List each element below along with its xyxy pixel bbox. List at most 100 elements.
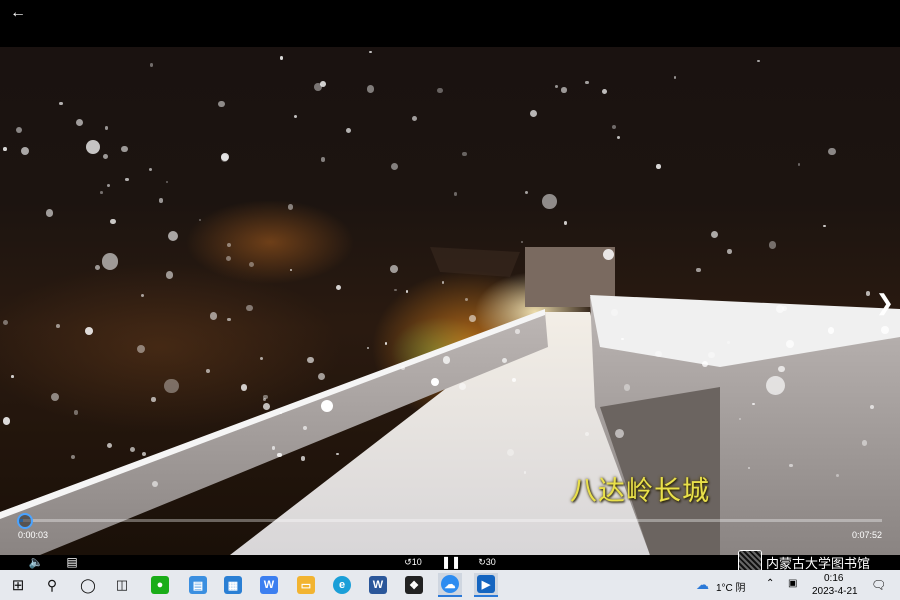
title-bar: ← [0, 0, 900, 47]
pause-button[interactable]: ❚❚ [441, 555, 462, 570]
snowflake [823, 224, 826, 228]
taskbar-store[interactable]: ▦ [221, 573, 245, 597]
snowflake [210, 312, 218, 320]
snowflake [727, 249, 732, 254]
back-button[interactable]: ← [8, 3, 28, 23]
taskbar-baidu-netdisk[interactable]: ☁ [438, 573, 462, 597]
taskbar-movies[interactable]: ▶ [474, 573, 498, 597]
snowflake [469, 315, 476, 322]
tray-chevron-icon[interactable]: ⌃ [766, 578, 774, 589]
taskbar-wechat[interactable]: ● [148, 573, 172, 597]
skip-forward-label: 30 [485, 557, 496, 567]
skip-back-label: 10 [411, 557, 422, 567]
circle-icon: ◯ [80, 576, 96, 593]
snowflake [785, 339, 794, 348]
video-frame[interactable]: ❯ 八达岭长城 0:00:03 0:07:52 [0, 47, 900, 555]
snowflake [227, 317, 231, 322]
seek-bar[interactable] [17, 513, 882, 529]
snowflake [3, 319, 9, 325]
current-time: 0:00:03 [18, 530, 49, 540]
network-icon[interactable]: ▣ [788, 578, 797, 589]
snowflake [611, 308, 619, 316]
snowflake [602, 88, 608, 94]
taskbar-edge[interactable]: e [330, 573, 354, 597]
chevron-right-icon: ❯ [875, 290, 894, 315]
snowflake [585, 431, 590, 436]
snowflake [561, 87, 567, 93]
snowflake [623, 383, 631, 391]
snowflake [124, 177, 129, 182]
snowflake [220, 152, 229, 161]
clock-time[interactable]: 0:16 [824, 573, 843, 584]
snowflake [280, 411, 283, 414]
snowflake [710, 231, 718, 239]
snowflake [394, 288, 397, 291]
skip-back-button[interactable]: ↺10 [402, 555, 424, 570]
taskbar-wps[interactable]: W [257, 573, 281, 597]
store-icon: ▦ [224, 576, 242, 594]
search-button[interactable]: ⚲ [40, 573, 64, 597]
snowflake [107, 442, 113, 448]
folder-icon: ▭ [297, 576, 315, 594]
pause-icon: ❚❚ [441, 555, 462, 569]
snowflake [277, 452, 282, 458]
skip-forward-button[interactable]: ↻30 [476, 555, 498, 570]
snowflake [696, 267, 701, 273]
taskbar-word[interactable]: W [366, 573, 390, 597]
subtitles-button[interactable]: ▤ [62, 555, 82, 570]
volume-button[interactable]: 🔈 [26, 555, 46, 570]
snowflake [271, 446, 276, 450]
snowflake [70, 454, 75, 459]
snowflake [835, 473, 839, 477]
arrow-left-icon: ← [10, 4, 26, 21]
snowflake [248, 261, 254, 267]
wechat-icon: ● [151, 576, 169, 594]
snowflake [307, 356, 314, 364]
snowflake [366, 84, 375, 93]
forward-icon: ↻ [478, 557, 486, 567]
snowflake [75, 118, 84, 127]
snowflake [865, 291, 871, 296]
task-view-button[interactable]: ◫ [110, 573, 134, 597]
snowflake [141, 451, 146, 457]
great-wall-scene [0, 247, 900, 555]
weather-text[interactable]: 1°C 阴 [716, 579, 746, 594]
snowflake [102, 154, 108, 160]
snowflake [137, 344, 146, 353]
snowflake [110, 218, 116, 225]
snowflake [245, 304, 253, 312]
watermark-text: 内蒙古大学图书馆 [766, 555, 871, 571]
snowflake [701, 360, 708, 367]
cloud-app-icon: ☁ [441, 575, 459, 593]
snowflake [3, 147, 7, 151]
rewind-icon: ↺ [404, 557, 412, 567]
snowflake [313, 82, 322, 91]
snowflake [881, 326, 889, 334]
chat-bubble-icon[interactable]: 🗨 [871, 578, 886, 592]
snowflake [104, 125, 109, 130]
pdf-icon: ❖ [405, 576, 423, 594]
taskbar-explorer[interactable]: ▭ [294, 573, 318, 597]
taskbar-pdf[interactable]: ❖ [402, 573, 426, 597]
subtitles-icon: ▤ [66, 555, 78, 569]
computer-icon: ▤ [189, 576, 207, 594]
snowflake [462, 152, 467, 157]
snowflake [611, 124, 616, 129]
video-caption: 八达岭长城 [570, 476, 710, 507]
snowflake [442, 356, 451, 364]
snowflake [2, 417, 10, 425]
cortana-button[interactable]: ◯ [76, 573, 100, 597]
cloud-icon[interactable]: ☁ [696, 577, 709, 593]
snowflake [151, 397, 156, 402]
snowflake [46, 209, 54, 217]
start-button[interactable]: ⊞ [6, 573, 30, 597]
clock-date[interactable]: 2023-4-21 [812, 586, 858, 597]
taskbar-this-pc[interactable]: ▤ [186, 573, 210, 597]
snowflake [288, 204, 294, 210]
snowflake [827, 327, 835, 334]
snowflake [206, 369, 210, 373]
snowflake [11, 375, 14, 378]
snowflake [164, 378, 179, 394]
next-video-button[interactable]: ❯ [876, 290, 894, 316]
snowflake [603, 248, 615, 260]
